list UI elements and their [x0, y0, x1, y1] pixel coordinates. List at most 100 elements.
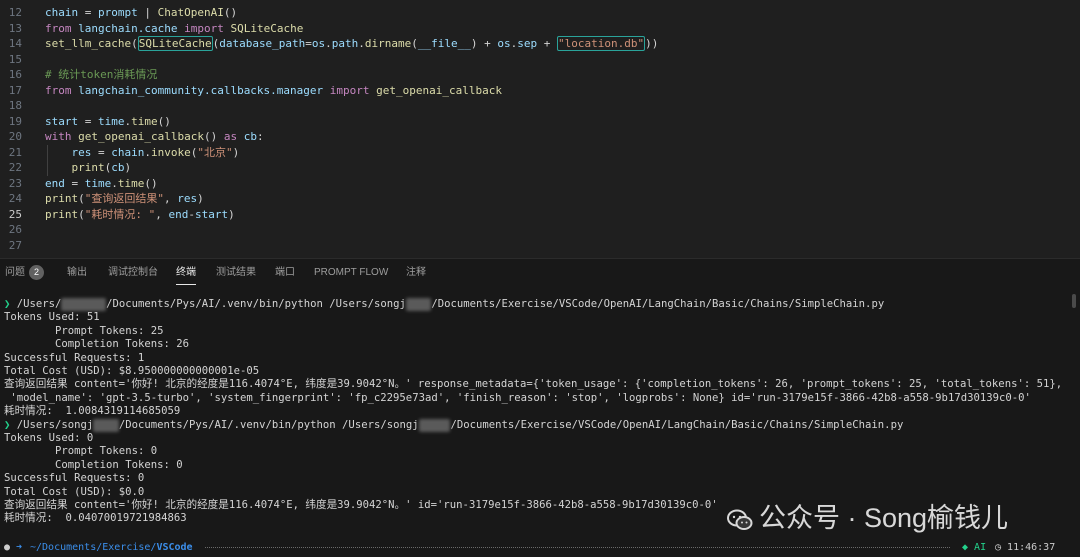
code-token: .: [111, 176, 118, 190]
command-text: /Users/songj: [10, 418, 94, 431]
wechat-icon: [727, 509, 753, 530]
code-line[interactable]: 19 start = time.time(): [0, 114, 1080, 130]
output-text: Total Cost (USD): $0.0: [4, 485, 145, 498]
line-number: 22: [8, 161, 22, 174]
code-line[interactable]: 25 print("耗时情况: ", end-start): [0, 207, 1080, 223]
code-token: cb: [111, 161, 125, 174]
code-token: invoke: [151, 145, 191, 159]
output-text: Successful Requests: 1: [4, 351, 145, 364]
terminal-line: Prompt Tokens: 0: [4, 445, 157, 458]
code-token: time: [131, 114, 158, 128]
panel-tab-label: 输出: [67, 267, 87, 278]
code-line[interactable]: 21 res = chain.invoke("北京"): [0, 145, 1080, 161]
terminal-line: Completion Tokens: 26: [4, 338, 189, 351]
code-token: (: [78, 207, 85, 221]
code-token: =: [78, 6, 98, 19]
ai-label: AI: [974, 542, 987, 553]
code-line[interactable]: 14 set_llm_cache(SQLiteCache(database_pat…: [0, 36, 1080, 52]
panel-tab-label: 注释: [406, 267, 426, 278]
code-token: ): [124, 161, 132, 174]
line-number: 20: [8, 130, 22, 143]
code-token: ) +: [470, 37, 498, 50]
output-text: Completion Tokens: 26: [4, 338, 189, 351]
terminal-line: Prompt Tokens: 25: [4, 325, 163, 338]
line-number: 21: [8, 145, 22, 159]
code-token: -: [188, 207, 195, 221]
code-token: (): [223, 6, 238, 19]
terminal-line: Tokens Used: 0: [4, 432, 93, 445]
code-token: start: [195, 207, 229, 221]
terminal-scrollbar[interactable]: [1072, 294, 1076, 308]
code-line[interactable]: 23 end = time.time(): [0, 176, 1080, 192]
code-line[interactable]: 27: [0, 238, 1080, 254]
code-token: chain: [111, 145, 145, 159]
code-token: start: [45, 114, 79, 128]
code-token: os: [311, 37, 326, 50]
code-token: (: [78, 192, 85, 205]
code-token: dirname: [364, 37, 412, 50]
code-token: __file__: [417, 37, 471, 50]
terminal-line: Completion Tokens: 0: [4, 459, 183, 472]
code-text: from langchain_community.callbacks.manag…: [45, 83, 502, 99]
panel-tab[interactable]: 问题 2: [5, 259, 44, 287]
panel-tab[interactable]: 注释: [406, 259, 426, 287]
code-token: :: [256, 130, 264, 143]
output-text: Total Cost (USD): $8.950000000000001e-05: [4, 365, 260, 377]
panel-tab[interactable]: PROMPT FLOW: [314, 259, 388, 287]
line-number: 23: [8, 176, 22, 190]
cwd-current: VSCode: [156, 542, 193, 553]
ai-status[interactable]: ◆ AI: [962, 538, 986, 557]
code-token: ,: [164, 192, 178, 205]
panel-tab[interactable]: 终端: [176, 259, 196, 287]
code-token: ): [232, 145, 240, 159]
output-text: Prompt Tokens: 25: [4, 324, 164, 337]
indent-guide: [47, 144, 48, 176]
code-token: from: [45, 21, 72, 35]
code-token: print: [45, 207, 79, 221]
output-text: 耗时情况: 0.04070019721984863: [4, 512, 187, 525]
code-token: sep: [517, 37, 538, 50]
code-token: =: [64, 176, 85, 190]
code-line[interactable]: 17 from langchain_community.callbacks.man…: [0, 83, 1080, 99]
code-text: print("查询返回结果", res): [45, 191, 204, 207]
panel-tab[interactable]: 端口: [275, 259, 295, 287]
line-number: 19: [8, 114, 22, 128]
dotted-leader: [205, 547, 950, 548]
line-number: 14: [8, 37, 22, 50]
code-token: =: [78, 114, 98, 128]
panel-tab[interactable]: 调试控制台: [108, 259, 158, 287]
watermark-text: 公众号 · Song榆钱儿: [759, 503, 1009, 533]
panel-tab-label: 调试控制台: [108, 267, 158, 278]
code-line[interactable]: 22 print(cb): [0, 160, 1080, 176]
code-line[interactable]: 13 from langchain.cache import SQLiteCach…: [0, 21, 1080, 37]
code-text: from langchain.cache import SQLiteCache: [45, 21, 303, 37]
code-line[interactable]: 18: [0, 98, 1080, 114]
output-text: Successful Requests: 0: [4, 472, 145, 485]
code-line[interactable]: 24 print("查询返回结果", res): [0, 191, 1080, 207]
panel-tab[interactable]: 输出: [67, 259, 87, 287]
panel-tab[interactable]: 测试结果: [216, 259, 256, 287]
code-line[interactable]: 26: [0, 222, 1080, 238]
output-text: Tokens Used: 51: [4, 311, 100, 324]
redacted-username: xxxx: [93, 418, 119, 432]
code-token: import: [184, 21, 224, 35]
code-line[interactable]: 15: [0, 52, 1080, 68]
code-token: get_openai_callback: [376, 83, 503, 97]
code-token: path: [331, 37, 359, 50]
code-line[interactable]: 12 chain = prompt | ChatOpenAI(): [0, 5, 1080, 21]
line-number: 12: [8, 6, 22, 19]
code-token: res: [71, 145, 92, 159]
code-text: start = time.time(): [45, 114, 171, 130]
output-text: 查询返回结果 content='你好! 北京的经度是116.4074°E, 纬度…: [4, 499, 718, 511]
output-text: 'model_name': 'gpt-3.5-turbo', 'system_f…: [4, 391, 1031, 404]
terminal-line: 耗时情况: 0.04070019721984863: [4, 512, 187, 525]
code-editor[interactable]: 12 chain = prompt | ChatOpenAI() 13 from la…: [0, 0, 1080, 258]
command-text: /Documents/Pys/AI/.venv/bin/python /User…: [106, 298, 406, 310]
terminal-line: ❯ /Users/xxxxxxx/Documents/Pys/AI/.venv/…: [4, 298, 884, 312]
status-bar: ● ➜ ~/Documents/Exercise/VSCode ◆ AI ◷ 1…: [0, 538, 1080, 557]
panel-tab-bar: 问题 2 输出 调试控制台 终端 测试结果 端口 PROMPT FLOW 注释: [0, 258, 1080, 287]
code-line[interactable]: 20 with get_openai_callback() as cb:: [0, 129, 1080, 145]
code-line[interactable]: 16 # 统计token消耗情况: [0, 67, 1080, 83]
